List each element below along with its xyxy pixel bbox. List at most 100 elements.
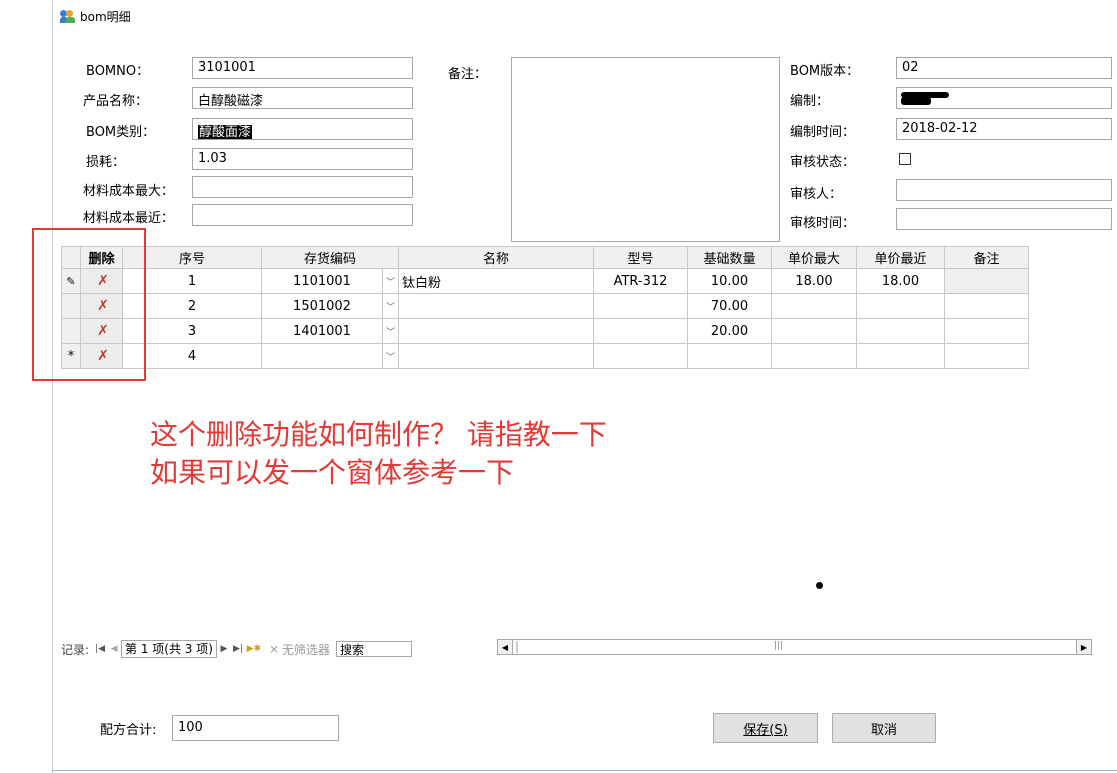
column-header-price-recent[interactable]: 单价最近 [857,246,945,269]
annotation-question: 这个删除功能如何制作？ 请指教一下 [150,418,607,451]
bomno-field[interactable]: 3101001 [192,57,413,79]
column-header-model[interactable]: 型号 [594,246,688,269]
save-button-label: 保存(S) [743,722,788,738]
cell-code-dropdown[interactable]: 1101001 ﹀ [262,269,399,294]
formula-total-label: 配方合计: [100,723,157,738]
chevron-down-icon[interactable]: ﹀ [382,319,398,343]
remarks-label: 备注： [448,67,488,82]
new-record-icon[interactable]: ▶✱ [245,644,263,654]
cell-base-qty[interactable]: 20.00 [688,319,772,344]
loss-label: 损耗： [86,155,126,170]
cell-code-dropdown[interactable]: ﹀ [262,344,399,369]
product-name-field[interactable]: 白醇酸磁漆 [192,87,413,109]
window-bottom-border [52,770,1117,771]
cell-code-dropdown[interactable]: 1501002 ﹀ [262,294,399,319]
record-position[interactable]: 第 1 项(共 3 项) [121,640,217,658]
window-title: bom明细 [80,10,131,24]
column-header-price-max[interactable]: 单价最大 [772,246,857,269]
bom-category-label: BOM类别： [86,125,156,140]
chevron-down-icon[interactable]: ﹀ [382,344,398,368]
review-time-label: 审核时间： [790,216,856,231]
save-button[interactable]: 保存(S) [713,713,818,743]
bom-version-label: BOM版本： [790,64,860,79]
cell-model[interactable] [594,294,688,319]
author-time-field[interactable]: 2018-02-12 [896,118,1112,140]
review-time-field[interactable] [896,208,1112,230]
scroll-grip-icon: ||| [774,641,784,651]
cell-base-qty[interactable]: 70.00 [688,294,772,319]
cell-model[interactable] [594,344,688,369]
bom-version-field[interactable]: 02 [896,57,1112,79]
cell-remark[interactable] [945,294,1029,319]
column-header-remark[interactable]: 备注 [945,246,1029,269]
chevron-down-icon[interactable]: ﹀ [382,294,398,318]
cell-price-recent[interactable] [857,344,945,369]
cell-code: 1101001 [293,273,351,289]
chevron-down-icon[interactable]: ﹀ [382,269,398,293]
author-label: 编制： [790,94,830,109]
bomno-label: BOMNO： [86,64,150,79]
loss-field[interactable]: 1.03 [192,148,413,170]
cell-price-recent[interactable] [857,294,945,319]
next-record-icon[interactable]: ▶ [217,644,231,654]
author-field[interactable] [896,87,1112,109]
cell-model[interactable] [594,319,688,344]
cell-remark[interactable] [945,319,1029,344]
last-record-icon[interactable]: ▶| [231,644,245,654]
cell-code-dropdown[interactable]: 1401001 ﹀ [262,319,399,344]
record-navigator: 记录: |◀ ◀ 第 1 项(共 3 项) ▶ ▶| ▶✱ ⨯ 无筛选器 搜索 ◀… [61,639,1092,659]
recent-material-cost-label: 材料成本最近： [83,211,175,226]
window-title-bar: bom明细 [60,8,131,25]
bom-category-selected-text: 醇酸面漆 [198,125,253,140]
review-status-label: 审核状态： [790,155,856,170]
redaction-mark [901,97,931,105]
formula-total-field[interactable]: 100 [172,715,339,741]
column-header-code[interactable]: 存货编码 [262,246,399,269]
scroll-right-icon[interactable]: ▶ [1076,639,1092,655]
record-label: 记录: [61,642,90,657]
cancel-button-label: 取消 [870,722,897,738]
search-input[interactable]: 搜索 [336,641,413,657]
cell-name[interactable] [399,294,594,319]
cursor-dot [816,582,823,589]
window-left-border [52,0,53,773]
cell-price-recent[interactable]: 18.00 [857,269,945,294]
cell-remark[interactable] [945,269,1029,294]
max-material-cost-label: 材料成本最大： [83,184,175,199]
cell-price-recent[interactable] [857,319,945,344]
first-record-icon[interactable]: |◀ [93,644,107,654]
cell-price-max[interactable] [772,319,857,344]
reviewer-label: 审核人： [790,187,843,202]
author-time-label: 编制时间： [790,125,856,140]
cell-model[interactable]: ATR-312 [594,269,688,294]
cell-code: 1401001 [293,323,351,339]
cell-price-max[interactable]: 18.00 [772,269,857,294]
product-name-label: 产品名称： [83,94,149,109]
cancel-button[interactable]: 取消 [832,713,936,743]
scroll-left-icon[interactable]: ◀ [497,639,513,655]
cell-base-qty[interactable]: 10.00 [688,269,772,294]
cell-price-max[interactable] [772,294,857,319]
recent-material-cost-field[interactable] [192,204,413,226]
cell-name[interactable] [399,319,594,344]
cell-name[interactable] [399,344,594,369]
cell-name[interactable]: 钛白粉 [399,269,594,294]
scroll-thumb[interactable] [516,641,518,653]
review-status-checkbox[interactable] [899,153,911,165]
cell-price-max[interactable] [772,344,857,369]
reviewer-field[interactable] [896,179,1112,201]
column-header-base-qty[interactable]: 基础数量 [688,246,772,269]
column-header-name[interactable]: 名称 [399,246,594,269]
previous-record-icon[interactable]: ◀ [107,644,121,654]
annotation-request: 如果可以发一个窗体参考一下 [150,456,515,489]
cell-code: 1501002 [293,298,351,314]
cell-base-qty[interactable] [688,344,772,369]
no-filter-button[interactable]: ⨯ 无筛选器 [263,641,336,658]
remarks-field[interactable] [511,57,780,242]
bom-category-field[interactable]: 醇酸面漆 [192,118,413,140]
max-material-cost-field[interactable] [192,176,413,198]
cell-remark[interactable] [945,344,1029,369]
no-filter-label: 无筛选器 [282,642,331,657]
horizontal-scrollbar[interactable]: ◀ ||| ▶ [497,639,1092,655]
bom-detail-grid: 删除 序号 存货编码 名称 型号 基础数量 单价最大 单价最近 备注 ✎ ✗ 1… [61,246,1031,376]
